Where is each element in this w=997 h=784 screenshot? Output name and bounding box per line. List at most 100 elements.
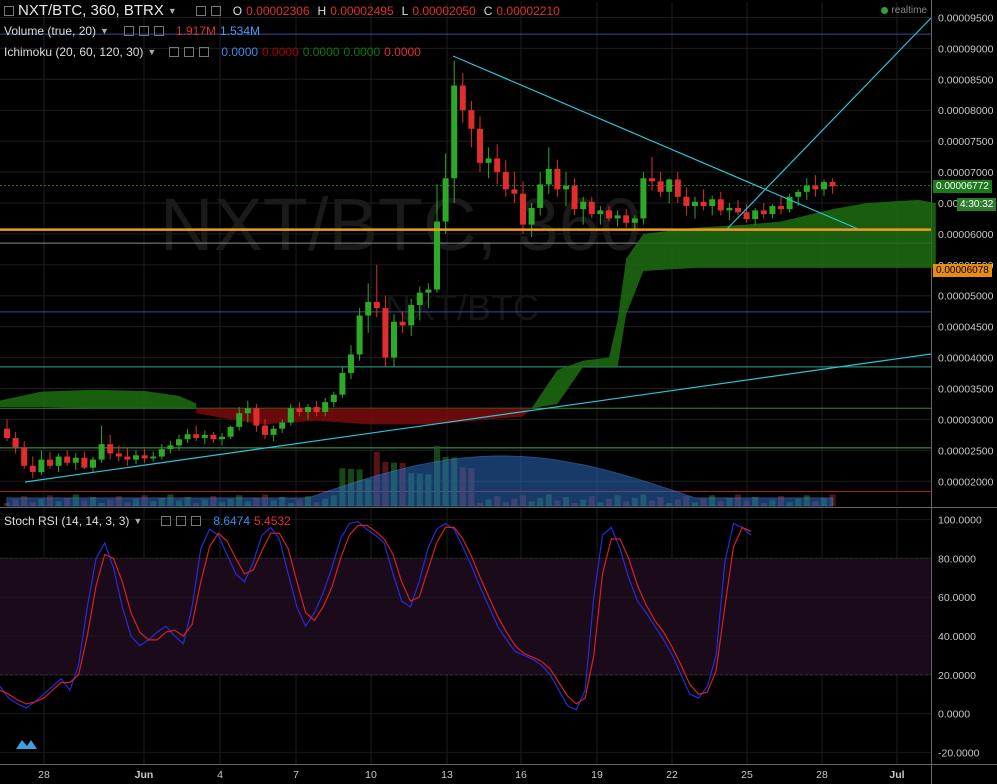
chart-canvas[interactable]: NXT/BTC, 360 NXT/BTC 0.00009500 0.00009000 0… <box>0 0 997 784</box>
realtime-dot-icon <box>881 6 889 14</box>
stoch-tick-label: 20.0000 <box>938 670 976 682</box>
candle-body <box>416 292 423 306</box>
symbol-legend: NXT/BTC, 360, BTRX ▼ O 0.00002306 H 0.00… <box>0 2 560 19</box>
stoch-tick-label: 40.0000 <box>938 631 976 643</box>
candle-body <box>313 407 320 413</box>
open-label: O <box>232 3 243 18</box>
candle-body <box>674 179 681 197</box>
candle <box>356 308 363 361</box>
gear-icon[interactable] <box>210 5 221 16</box>
candle-body <box>81 457 88 468</box>
last-price-tag: 0.00006772 <box>933 180 992 193</box>
candle-body <box>219 436 225 440</box>
realtime-indicator: realtime <box>881 5 927 16</box>
chevron-down-icon[interactable]: ▼ <box>168 6 177 16</box>
candle-body <box>348 354 354 374</box>
eye-icon[interactable] <box>161 516 172 526</box>
candle-body <box>760 210 767 215</box>
ichimoku-value-3: 0.0000 <box>302 45 340 59</box>
high-value: 0.00002495 <box>330 3 394 18</box>
gear-icon[interactable] <box>184 47 195 57</box>
volume-value-1: 1.917M <box>175 24 216 38</box>
candle-body <box>227 426 234 437</box>
candle-body <box>735 207 741 213</box>
candle-body <box>399 321 406 326</box>
price-tick-label: 0.00006000 <box>938 229 994 241</box>
watermark-sub: NXT/BTC <box>385 287 539 328</box>
time-tick-label: 13 <box>441 769 453 781</box>
stoch-d-value: 5.4532 <box>254 514 291 528</box>
eye-icon[interactable] <box>123 26 134 36</box>
time-tick-label: 28 <box>816 769 828 781</box>
price-tick-label: 0.00009000 <box>938 43 994 55</box>
candle-body <box>511 189 518 194</box>
price-tick-label: 0.00004500 <box>938 322 994 334</box>
candle-body <box>115 453 122 457</box>
eye-icon[interactable] <box>195 5 206 16</box>
stoch-tick-label: 80.0000 <box>938 553 976 565</box>
chevron-down-icon[interactable]: ▼ <box>100 26 109 36</box>
candle-body <box>468 110 475 129</box>
candle-body <box>356 315 363 355</box>
close-value: 0.00002210 <box>496 3 560 18</box>
candle-body <box>683 196 690 207</box>
candle-body <box>528 207 535 225</box>
close-icon[interactable] <box>191 516 202 526</box>
candle-body <box>322 402 329 413</box>
candle-body <box>167 445 174 450</box>
time-tick-label: 10 <box>365 769 377 781</box>
candle-body <box>107 444 114 454</box>
time-tick-label: 28 <box>38 769 50 781</box>
candle-body <box>571 185 578 210</box>
volume-label[interactable]: Volume (true, 20) <box>4 24 96 38</box>
candle-body <box>12 437 19 448</box>
stoch-tick-label: 0.0000 <box>938 709 970 721</box>
price-tick-label: 0.00008000 <box>938 105 994 117</box>
gear-icon[interactable] <box>176 516 187 526</box>
close-icon[interactable] <box>153 26 164 36</box>
candle-body <box>184 434 191 440</box>
candle-body <box>158 449 165 457</box>
gear-icon[interactable] <box>138 26 149 36</box>
low-label: L <box>401 3 409 18</box>
candle-body <box>597 210 604 215</box>
price-tick-label: 0.00002000 <box>938 476 994 488</box>
time-tick-label: 19 <box>591 769 603 781</box>
candle-body <box>330 394 337 403</box>
symbol-title[interactable]: NXT/BTC, 360, BTRX <box>18 2 164 19</box>
candle-body <box>520 193 526 225</box>
price-tick-label: 0.00003000 <box>938 414 994 426</box>
price-tick-label: 0.00003500 <box>938 384 994 396</box>
candle-body <box>580 201 587 210</box>
price-tick-label: 0.00005000 <box>938 291 994 303</box>
chevron-down-icon[interactable]: ▼ <box>133 516 142 526</box>
candle-body <box>305 407 311 413</box>
candle-body <box>743 212 750 220</box>
candle-body <box>778 206 784 210</box>
candle-body <box>812 185 819 190</box>
ichimoku-label[interactable]: Ichimoku (20, 60, 120, 30) <box>4 45 143 59</box>
realtime-label: realtime <box>891 5 927 16</box>
candle-body <box>657 181 664 192</box>
chevron-down-icon[interactable]: ▼ <box>147 47 156 57</box>
close-icon[interactable] <box>199 47 210 57</box>
watermark-symbol: NXT/BTC, 360 <box>160 183 641 266</box>
stoch-label[interactable]: Stoch RSI (14, 14, 3, 3) <box>4 514 129 528</box>
close-label: C <box>483 3 493 18</box>
candle-body <box>726 207 733 211</box>
candle-body <box>537 184 544 208</box>
high-label: H <box>317 3 327 18</box>
price-tick-label: 0.00004000 <box>938 353 994 365</box>
candle-body <box>270 428 277 435</box>
candle-body <box>752 210 759 220</box>
candle-body <box>29 465 36 472</box>
candle-body <box>279 422 286 429</box>
low-value: 0.00002050 <box>412 3 476 18</box>
candle-body <box>606 210 612 219</box>
collapse-icon[interactable] <box>4 5 14 16</box>
eye-icon[interactable] <box>169 47 180 57</box>
candle-body <box>391 321 397 358</box>
candle-body <box>262 425 268 435</box>
price-tick-label: 0.00008500 <box>938 74 994 86</box>
time-tick-label: 22 <box>666 769 678 781</box>
